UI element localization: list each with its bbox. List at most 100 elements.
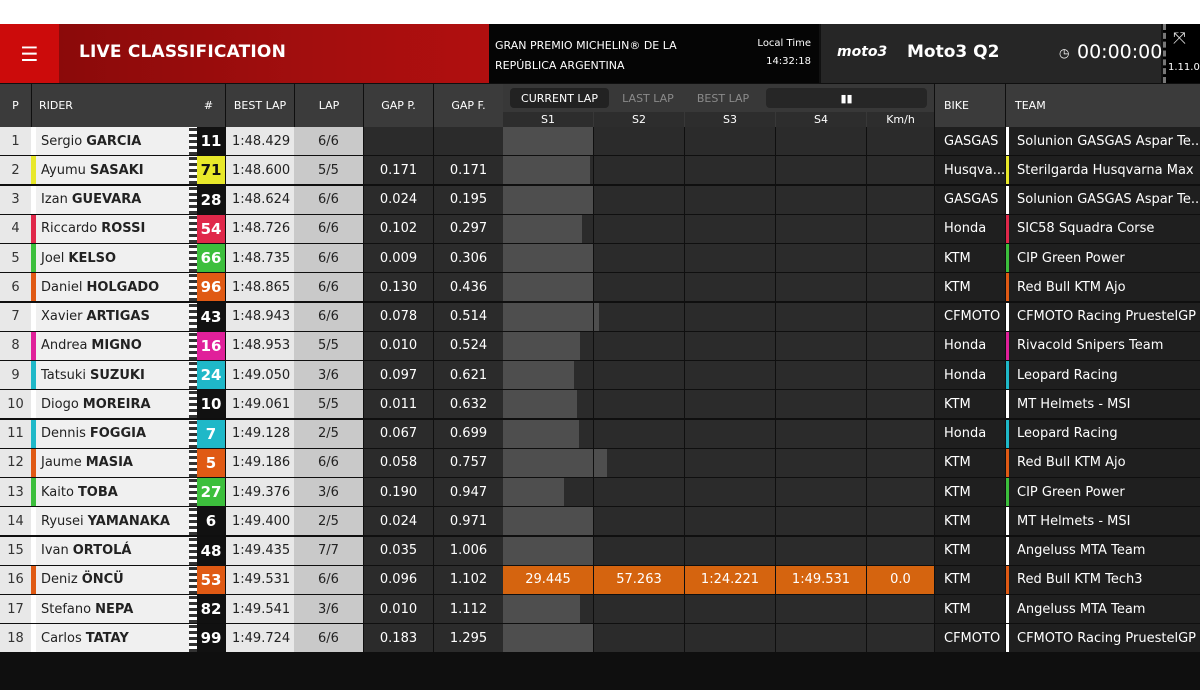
table-row[interactable]: 8 Andrea MIGNO 16 1:48.953 5/5 0.010 0.524 Honda…: [0, 331, 1200, 360]
rider-name: Daniel HOLGADO: [31, 273, 191, 302]
rider-last-name: FOGGIA: [89, 426, 147, 441]
rider-name: Sergio GARCIA: [31, 127, 191, 155]
sector-2-cell: [594, 390, 684, 419]
lap-count: 5/5: [294, 390, 363, 419]
best-lap-time: 1:48.624: [226, 185, 294, 214]
position: 14: [0, 507, 31, 536]
sector-4-cell: [776, 624, 866, 653]
sector-progress-bar: [503, 331, 581, 360]
table-row[interactable]: 11 Dennis FOGGIA 7 1:49.128 2/5 0.067 0.699 Hond…: [0, 419, 1200, 448]
best-lap-time: 1:48.953: [226, 331, 294, 360]
rider-name: Ivan ORTOLÁ: [31, 536, 191, 565]
team-name: Solunion GASGAS Aspar Te...: [1006, 127, 1200, 155]
table-row[interactable]: 7 Xavier ARTIGAS 43 1:48.943 6/6 0.078 0.514 CFM…: [0, 302, 1200, 331]
table-row[interactable]: 2 Ayumu SASAKI 71 1:48.600 5/5 0.171 0.171 Husqv…: [0, 156, 1200, 185]
sector-4-cell: [776, 390, 866, 419]
rider-first-name: Andrea: [41, 338, 88, 354]
local-time-label: Local Time: [757, 38, 811, 49]
sector-3-cell: [685, 507, 775, 536]
bike-manufacturer: Husqva...: [935, 156, 1005, 185]
team-name: Leopard Racing: [1006, 419, 1200, 448]
rider-first-name: Xavier: [41, 309, 83, 324]
gap-previous: 0.078: [364, 302, 433, 331]
checkered-flag-icon: [189, 536, 197, 565]
table-row[interactable]: 1 Sergio GARCIA 11 1:48.429 6/6 GASGAS Solunion…: [0, 127, 1200, 155]
sector-2-cell: [594, 302, 684, 331]
sector-4-cell: [776, 214, 866, 243]
sector-2-cell: [594, 214, 684, 243]
table-row[interactable]: 10 Diogo MOREIRA 10 1:49.061 5/5 0.011 0.632 KTM…: [0, 390, 1200, 419]
table-row[interactable]: 17 Stefano NEPA 82 1:49.541 3/6 0.010 1.112 KTM A…: [0, 595, 1200, 623]
sector-1-cell: [503, 302, 593, 331]
table-row[interactable]: 3 Izan GUEVARA 28 1:48.624 6/6 0.024 0.195 GASGA…: [0, 185, 1200, 214]
rider-last-name: TOBA: [77, 484, 118, 500]
sector-3-cell: [685, 624, 775, 653]
sector-4-cell: [776, 273, 866, 302]
table-row[interactable]: 4 Riccardo ROSSI 54 1:48.726 6/6 0.102 0.297 Hon…: [0, 214, 1200, 243]
sector-2-cell: [594, 273, 684, 302]
menu-button[interactable]: ☰: [0, 24, 59, 83]
session-name: Moto3 Q2: [907, 42, 1000, 62]
sector-2-cell: [594, 419, 684, 448]
fullscreen-icon[interactable]: ⤧: [1173, 28, 1186, 48]
table-row[interactable]: 13 Kaito TOBA 27 1:49.376 3/6 0.190 0.947 KTM CIP…: [0, 478, 1200, 506]
table-row[interactable]: 15 Ivan ORTOLÁ 48 1:49.435 7/7 0.035 1.006 KTM An…: [0, 536, 1200, 565]
table-row[interactable]: 5 Joel KELSO 66 1:48.735 6/6 0.009 0.306 KTM CIP …: [0, 244, 1200, 272]
rider-first-name: Daniel: [41, 279, 83, 295]
table-row[interactable]: 18 Carlos TATAY 99 1:49.724 6/6 0.183 1.295 CFMO…: [0, 624, 1200, 653]
position: 16: [0, 565, 31, 594]
rider-name: Joel KELSO: [31, 244, 191, 272]
lap-count: 6/6: [294, 127, 363, 155]
moto3-logo: moto3: [837, 44, 888, 60]
tab-best-lap[interactable]: BEST LAP: [688, 88, 758, 108]
rider-first-name: Carlos: [41, 630, 82, 646]
signal-chart-button[interactable]: ▮▮: [766, 88, 927, 108]
table-row[interactable]: 9 Tatsuki SUZUKI 24 1:49.050 3/6 0.097 0.621 Hon…: [0, 361, 1200, 389]
page-title: LIVE CLASSIFICATION: [79, 42, 287, 62]
sector-4-cell: [776, 127, 866, 155]
table-row[interactable]: 14 Ryusei YAMANAKA 6 1:49.400 2/5 0.024 0.971 KT…: [0, 507, 1200, 536]
rider-name: Izan GUEVARA: [31, 185, 191, 214]
team-name: CFMOTO Racing PruestelGP: [1006, 624, 1200, 653]
rider-first-name: Riccardo: [41, 221, 98, 237]
table-row[interactable]: 12 Jaume MASIA 5 1:49.186 6/6 0.058 0.757 KTM Red…: [0, 448, 1200, 477]
team-name: Leopard Racing: [1006, 361, 1200, 389]
rider-last-name: ROSSI: [101, 221, 146, 237]
tab-current-lap[interactable]: CURRENT LAP: [510, 88, 609, 108]
rider-name: Dennis FOGGIA: [31, 419, 191, 448]
position: 7: [0, 302, 31, 331]
col-pos: P: [0, 84, 31, 127]
sector-progress-bar: [503, 478, 565, 506]
sector-4-cell: [776, 478, 866, 506]
best-lap-time: 1:49.724: [226, 624, 294, 653]
team-name: CIP Green Power: [1006, 244, 1200, 272]
rider-first-name: Dennis: [41, 426, 86, 441]
bike-manufacturer: Honda: [935, 419, 1005, 448]
gap-previous: 0.035: [364, 536, 433, 565]
checkered-flag-icon: [189, 565, 197, 594]
bike-manufacturer: KTM: [935, 565, 1005, 594]
rider-last-name: YAMANAKA: [87, 513, 170, 529]
table-row[interactable]: 6 Daniel HOLGADO 96 1:48.865 6/6 0.130 0.436 KTM…: [0, 273, 1200, 302]
sector-4-cell: [776, 185, 866, 214]
sector-2-cell: [594, 127, 684, 155]
table-row[interactable]: 16 Deniz ÖNCÜ 53 1:49.531 6/6 0.096 1.102 29.445…: [0, 565, 1200, 594]
bike-manufacturer: KTM: [935, 536, 1005, 565]
speed-cell: [867, 390, 934, 419]
rider-name: Jaume MASIA: [31, 448, 191, 477]
gap-previous: 0.058: [364, 448, 433, 477]
tab-last-lap[interactable]: LAST LAP: [613, 88, 683, 108]
gap-previous: 0.096: [364, 565, 433, 594]
sector-2-cell: [594, 331, 684, 360]
team-name: Rivacold Snipers Team: [1006, 331, 1200, 360]
sector-progress-bar: [503, 185, 593, 214]
sector-1-cell: [503, 595, 593, 623]
gap-previous: 0.024: [364, 185, 433, 214]
team-name: Sterilgarda Husqvarna Max: [1006, 156, 1200, 185]
team-name: Angeluss MTA Team: [1006, 536, 1200, 565]
rider-last-name: KELSO: [68, 250, 117, 266]
sector-3-cell: [685, 302, 775, 331]
speed-cell: [867, 361, 934, 389]
col-gap-p: GAP P.: [364, 84, 433, 127]
sector-3-cell: [685, 478, 775, 506]
